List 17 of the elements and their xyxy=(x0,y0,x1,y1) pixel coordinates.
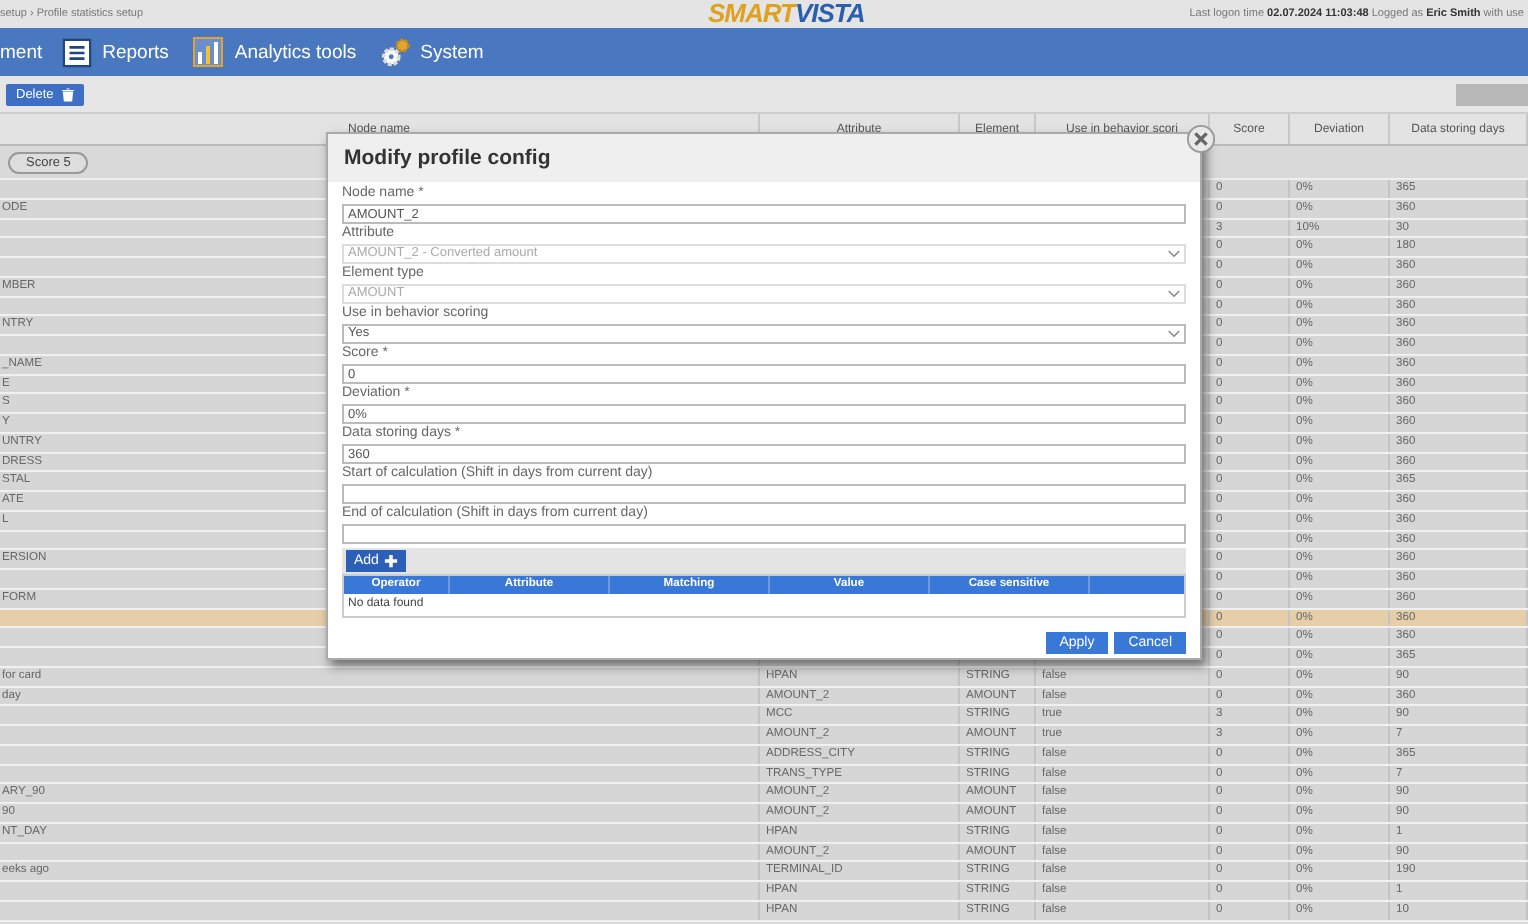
chevron-down-icon xyxy=(1168,330,1180,338)
chevron-down-icon xyxy=(1168,250,1180,258)
bar-chart-icon xyxy=(192,36,225,68)
input-field[interactable] xyxy=(342,484,1186,504)
chevron-down-icon xyxy=(1168,290,1180,298)
nav-menu-item[interactable]: System xyxy=(380,37,484,67)
nav-menu-item[interactable]: ment xyxy=(0,41,43,63)
close-icon[interactable] xyxy=(1186,124,1216,154)
document-icon xyxy=(62,37,93,67)
logo: SMARTVISTA xyxy=(707,0,865,28)
gears-icon xyxy=(380,37,411,67)
plus-icon xyxy=(384,554,399,568)
dialog-title: Modify profile config xyxy=(344,146,551,170)
trash-icon xyxy=(61,87,74,101)
nav-menu-item[interactable]: Reports xyxy=(62,37,169,67)
input-field[interactable] xyxy=(342,524,1186,544)
nav-menu-item[interactable]: Analytics tools xyxy=(192,36,357,68)
